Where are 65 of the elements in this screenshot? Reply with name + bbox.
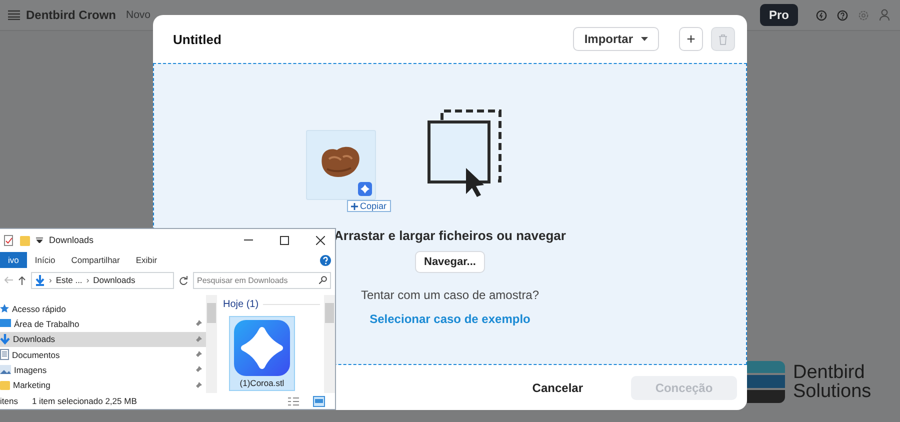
breadcrumb-separator: ›: [49, 275, 52, 285]
help-icon[interactable]: [320, 254, 331, 266]
desktop-icon: [0, 319, 11, 328]
image-icon: [0, 365, 11, 374]
status-text: 1 item selecionado 2,25 MB: [32, 396, 137, 406]
address-bar[interactable]: › Este ... › Downloads: [31, 272, 174, 288]
ribbon-tab[interactable]: Compartilhar: [63, 252, 128, 268]
trash-icon: [718, 34, 728, 44]
logo-icon: [747, 361, 785, 403]
bolt-icon[interactable]: [816, 10, 827, 20]
pro-button[interactable]: Pro: [760, 4, 798, 26]
app-file-icon: [358, 182, 372, 196]
copy-tooltip: Copiar: [347, 200, 391, 212]
nav-item[interactable]: Downloads: [0, 332, 206, 347]
breadcrumb-separator: ›: [86, 275, 90, 285]
ribbon-tab[interactable]: Início: [26, 252, 64, 268]
back-icon[interactable]: [4, 276, 13, 284]
download-icon: [35, 274, 45, 286]
scrollbar[interactable]: [206, 295, 217, 393]
file-item[interactable]: (1)Coroa.stl: [229, 316, 295, 391]
ribbon-tab[interactable]: ivo: [0, 252, 27, 268]
cancel-button[interactable]: Cancelar: [526, 380, 589, 396]
window-title: Downloads: [49, 235, 95, 245]
tiles-view-icon[interactable]: [313, 396, 325, 406]
pin-icon[interactable]: [195, 382, 202, 389]
logo-text: Solutions: [793, 382, 872, 401]
nav-item[interactable]: Imagens: [0, 362, 206, 378]
refresh-icon[interactable]: [179, 276, 188, 284]
help-icon[interactable]: [837, 10, 848, 20]
breadcrumb-item[interactable]: Este ...: [56, 275, 82, 285]
properties-icon[interactable]: [4, 234, 14, 246]
app-title: Dentbird Crown: [26, 8, 116, 22]
folder-icon: [0, 380, 10, 390]
group-header[interactable]: Hoje (1): [223, 299, 324, 310]
search-field[interactable]: Pesquisar em Downloads: [193, 272, 331, 288]
download-icon: [0, 334, 10, 345]
settings-icon[interactable]: [858, 10, 869, 20]
star-icon: [0, 304, 9, 314]
browse-button[interactable]: Navegar...: [415, 251, 485, 273]
up-icon[interactable]: [18, 276, 26, 284]
dropdown-icon[interactable]: [36, 237, 43, 243]
scrollbar[interactable]: [324, 295, 335, 393]
caret-icon: [641, 37, 648, 41]
maximize-icon[interactable]: [280, 236, 288, 244]
pin-icon[interactable]: [195, 366, 202, 374]
user-icon[interactable]: [879, 9, 890, 21]
sample-prompt: Tentar com um caso de amostra?: [360, 288, 540, 302]
breadcrumb-item[interactable]: Downloads: [93, 275, 136, 285]
dialog-title: Untitled: [173, 32, 222, 46]
import-button[interactable]: Importar: [573, 27, 659, 51]
plus-icon: [351, 202, 358, 210]
status-text: itens: [0, 396, 18, 406]
pin-icon[interactable]: [195, 351, 202, 358]
tooth-crown-icon: [319, 145, 361, 179]
logo-text: Dentbird: [793, 363, 866, 382]
add-button[interactable]: +: [679, 27, 703, 51]
menu-icon[interactable]: [8, 10, 20, 20]
search-icon[interactable]: [319, 276, 327, 284]
pin-icon[interactable]: [195, 320, 202, 328]
details-view-icon[interactable]: [288, 396, 299, 406]
pin-icon[interactable]: [195, 336, 202, 343]
minimize-icon[interactable]: [244, 239, 252, 241]
nav-item[interactable]: Marketing: [0, 378, 206, 393]
close-icon[interactable]: [316, 236, 324, 244]
drop-heading: Arrastar e largar ficheiros ou navegar: [334, 228, 566, 243]
